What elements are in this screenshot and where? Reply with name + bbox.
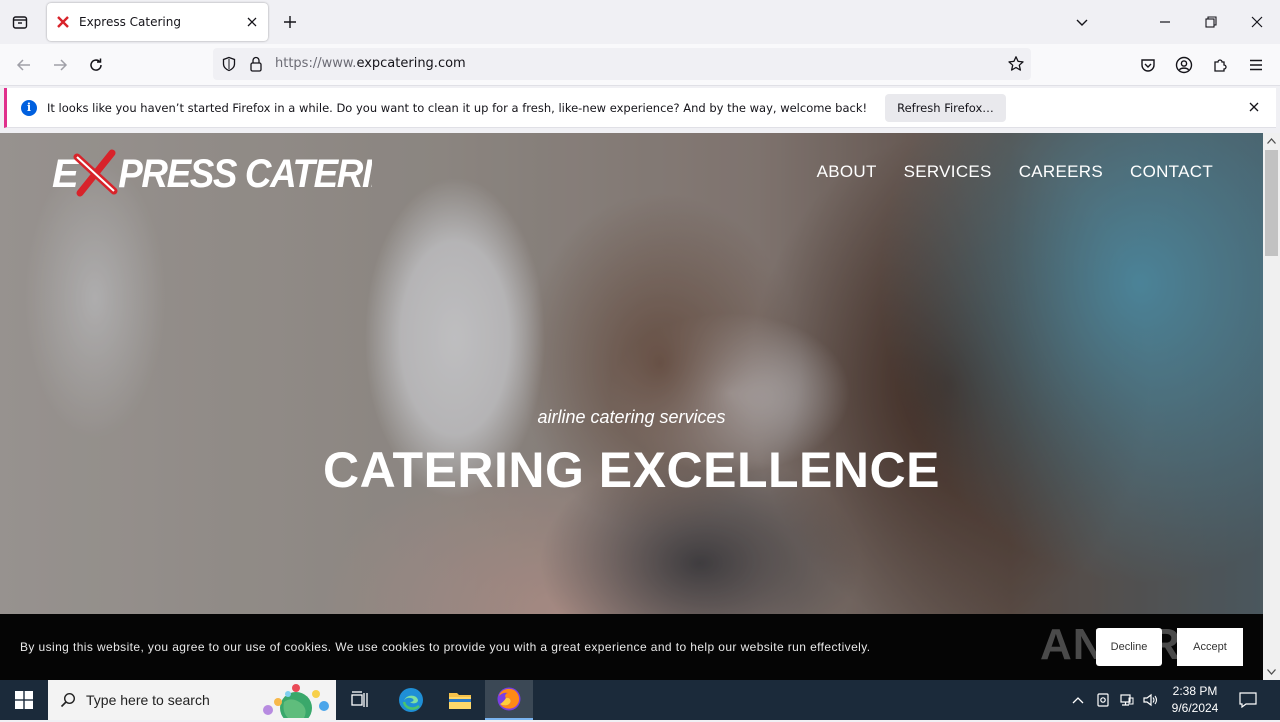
tab-close-button[interactable] [240,10,264,34]
navigation-toolbar: https://www.expcatering.com [0,44,1280,86]
close-icon [1251,16,1263,28]
web-page: E PRESS CATERING ABOUT SERVICES CAREERS … [0,133,1263,680]
plus-icon [284,16,296,28]
tab-express-catering[interactable]: Express Catering [47,3,268,41]
restore-button[interactable] [1197,8,1225,36]
scroll-down-arrow-icon[interactable] [1263,664,1280,680]
minimize-icon [1160,21,1170,23]
firefox-view-button[interactable] [8,10,32,34]
scroll-up-arrow-icon[interactable] [1263,133,1280,149]
account-button[interactable] [1170,51,1198,79]
meet-now-tray-icon[interactable] [1094,680,1112,720]
forward-button[interactable] [46,51,74,79]
url-host: expcatering.com [356,56,466,71]
url-text: https://www.expcatering.com [275,56,466,71]
new-tab-button[interactable] [278,10,302,34]
cookie-message: By using this website, you agree to our … [20,640,871,654]
arrow-right-icon [54,59,68,71]
search-placeholder: Type here to search [86,692,210,708]
volume-tray-icon[interactable] [1141,680,1161,720]
close-icon [247,17,257,27]
clock-time: 2:38 PM [1172,684,1218,698]
clock-date: 9/6/2024 [1171,701,1219,715]
start-button[interactable] [0,680,48,720]
info-icon: i [21,99,37,116]
firefox-view-icon [12,16,28,29]
pocket-icon [1141,59,1155,72]
folder-icon [449,693,471,709]
refresh-firefox-button[interactable]: Refresh Firefox… [885,93,1006,122]
page-scrollbar[interactable] [1263,133,1280,680]
nav-contact-link[interactable]: CONTACT [1130,162,1213,182]
edge-icon [399,688,423,712]
account-icon [1175,56,1193,74]
decline-cookies-button[interactable]: Decline [1096,628,1162,666]
taskbar-clock[interactable]: 2:38 PM 9/6/2024 [1163,683,1227,717]
close-icon [1249,102,1259,112]
network-tray-icon[interactable] [1117,680,1137,720]
restore-icon [1205,16,1217,28]
firefox-taskbar-button[interactable] [485,680,533,720]
nav-services-link[interactable]: SERVICES [904,162,992,182]
hamburger-menu-icon [1250,59,1262,71]
close-window-button[interactable] [1243,8,1271,36]
minimize-button[interactable] [1151,8,1179,36]
hero-title: CATERING EXCELLENCE [323,442,940,498]
show-hidden-icons-button[interactable] [1068,680,1088,720]
windows-taskbar: Type here to search 2:38 PM 9/6/2024 [0,680,1280,722]
extensions-button[interactable] [1206,51,1234,79]
edge-taskbar-button[interactable] [387,680,435,720]
express-catering-logo[interactable]: E PRESS CATERING [52,147,425,199]
windows-logo-icon [15,691,33,709]
pocket-button[interactable] [1134,51,1162,79]
chevron-down-icon [1076,19,1088,26]
notification-close-button[interactable] [1244,97,1264,117]
app-menu-button[interactable] [1242,51,1270,79]
lock-icon[interactable] [249,56,263,76]
firefox-icon [497,687,521,711]
notification-message: It looks like you haven’t started Firefo… [47,100,868,115]
chevron-up-icon [1072,697,1084,704]
search-icon [60,692,76,708]
cookie-consent-banner: By using this website, you agree to our … [0,614,1263,680]
list-all-tabs-button[interactable] [1068,8,1096,36]
express-catering-favicon-icon [55,14,71,30]
tab-title: Express Catering [79,15,181,29]
site-navigation: ABOUT SERVICES CAREERS CONTACT [817,162,1213,182]
task-view-button[interactable] [336,680,384,720]
url-scheme: https://www. [275,56,357,71]
tab-strip: Express Catering [0,0,1280,44]
task-view-icon [351,691,368,707]
taskbar-search-box[interactable]: Type here to search [48,680,336,722]
search-highlight-illustration-icon [258,682,332,722]
file-explorer-taskbar-button[interactable] [436,680,484,720]
hero-subtitle: airline catering services [537,407,726,427]
refresh-firefox-notification: i It looks like you haven’t started Fire… [4,88,1276,128]
accept-cookies-button[interactable]: Accept [1177,628,1243,666]
svg-text:PRESS CATERING: PRESS CATERING [118,152,372,197]
nav-about-link[interactable]: ABOUT [817,162,877,182]
url-bar[interactable]: https://www.expcatering.com [213,48,1031,80]
arrow-left-icon [16,59,30,71]
notification-icon [1239,692,1257,708]
bookmark-star-icon[interactable] [1007,55,1025,77]
nav-careers-link[interactable]: CAREERS [1019,162,1103,182]
tracking-protection-shield-icon[interactable] [221,56,237,76]
back-button[interactable] [10,51,38,79]
action-center-button[interactable] [1234,680,1262,720]
reload-button[interactable] [82,51,110,79]
puzzle-icon [1214,59,1227,72]
scroll-thumb[interactable] [1265,150,1278,256]
reload-icon [90,58,102,71]
